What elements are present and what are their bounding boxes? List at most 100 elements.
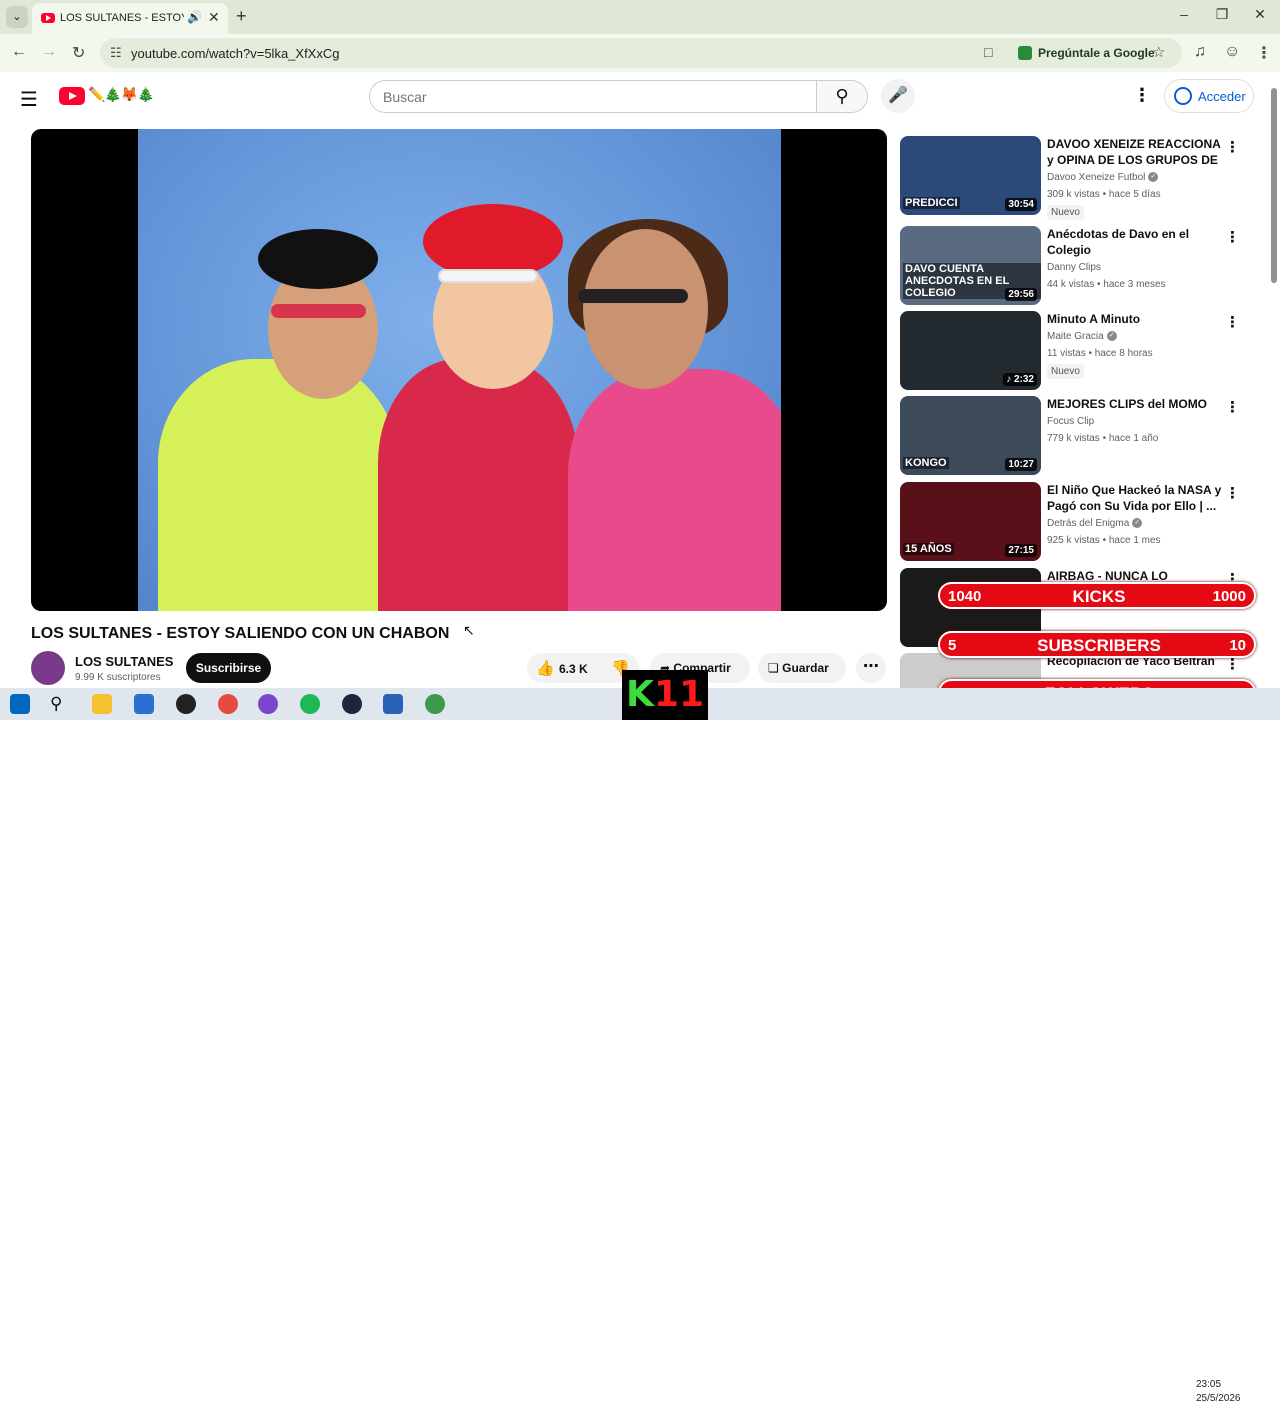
- new-tab-icon[interactable]: +: [236, 6, 247, 27]
- hamburger-menu-icon[interactable]: ☰: [20, 87, 38, 112]
- microphone-icon: 🎤: [888, 87, 908, 104]
- scrollbar[interactable]: [1268, 72, 1280, 688]
- rec-title[interactable]: Minuto A Minuto: [1047, 311, 1222, 327]
- save-button[interactable]: ❏ Guardar: [758, 653, 846, 683]
- media-controls-icon[interactable]: ♫: [1194, 43, 1206, 61]
- video-thumbnail[interactable]: KONGO 10:27: [900, 396, 1041, 475]
- install-app-icon[interactable]: □: [984, 44, 992, 60]
- steam-icon[interactable]: [342, 694, 362, 714]
- rec-more-icon[interactable]: ⋮: [1225, 228, 1240, 246]
- url-text[interactable]: youtube.com/watch?v=5lka_XfXxCg: [131, 46, 339, 61]
- speaker-icon[interactable]: 🔊: [187, 10, 202, 24]
- chrome-active-icon[interactable]: [425, 694, 445, 714]
- rec-more-icon[interactable]: ⋮: [1225, 398, 1240, 416]
- like-count[interactable]: 6.3 K: [559, 662, 588, 676]
- channel-avatar[interactable]: [31, 651, 65, 685]
- rec-meta: 11 vistas • hace 8 horas: [1047, 348, 1153, 359]
- bookmark-star-icon[interactable]: ☆: [1152, 43, 1165, 61]
- browser-tab[interactable]: LOS SULTANES - ESTOY SALIENDO CON UN CHA…: [32, 3, 228, 34]
- app-icon[interactable]: [383, 694, 403, 714]
- video-player[interactable]: [31, 129, 887, 611]
- voice-search-button[interactable]: 🎤: [881, 79, 915, 113]
- duration-badge: 29:56: [1005, 288, 1037, 301]
- save-label: Guardar: [782, 661, 829, 675]
- goal-overlay-subscribers: 5 SUBSCRIBERS 10: [938, 631, 1256, 658]
- video-thumbnail[interactable]: 15 AÑOS 27:15: [900, 482, 1041, 561]
- logo-doodle[interactable]: ✏️🎄🦊🎄: [88, 86, 155, 103]
- chrome-profile-icon[interactable]: [258, 694, 278, 714]
- duration-badge: 30:54: [1005, 198, 1037, 211]
- ask-google-button[interactable]: Pregúntale a Google: [1010, 41, 1163, 65]
- thumbnail-caption: 15 AÑOS: [903, 543, 954, 555]
- file-explorer-icon[interactable]: [92, 694, 112, 714]
- rec-channel[interactable]: Maite Gracia ✓: [1047, 331, 1117, 342]
- goal-target: 10: [1229, 637, 1246, 654]
- rec-more-icon[interactable]: ⋮: [1225, 484, 1240, 502]
- maximize-icon[interactable]: ❐: [1212, 6, 1232, 23]
- video-thumbnail[interactable]: PREDICCI 30:54: [900, 136, 1041, 215]
- more-actions-icon[interactable]: ⋯: [856, 653, 886, 683]
- address-bar-row: ← → ↻ ☷ youtube.com/watch?v=5lka_XfXxCg …: [0, 34, 1280, 72]
- rec-channel[interactable]: Danny Clips: [1047, 262, 1101, 273]
- like-icon[interactable]: 👍: [536, 659, 555, 677]
- spotify-icon[interactable]: [300, 694, 320, 714]
- browser-menu-icon[interactable]: ⋮: [1256, 43, 1272, 63]
- rec-meta: 925 k vistas • hace 1 mes: [1047, 535, 1161, 546]
- rec-meta: 44 k vistas • hace 3 meses: [1047, 279, 1166, 290]
- goal-label: SUBSCRIBERS: [1037, 636, 1161, 655]
- rec-title[interactable]: Anécdotas de Davo en el Colegio: [1047, 226, 1222, 258]
- verified-icon: ✓: [1106, 331, 1117, 342]
- rec-channel-name: Maite Gracia: [1047, 331, 1104, 342]
- video-thumbnail[interactable]: ♪ 2:32: [900, 311, 1041, 390]
- verified-icon: ✓: [1132, 518, 1143, 529]
- rec-title[interactable]: MEJORES CLIPS del MOMO: [1047, 396, 1222, 412]
- taskbar-search-icon[interactable]: ⚲: [50, 694, 70, 714]
- tab-title: LOS SULTANES - ESTOY SALIENDO CON UN CHA…: [60, 12, 184, 24]
- forward-icon[interactable]: →: [41, 43, 57, 61]
- video-frame: [138, 129, 781, 611]
- lens-icon: [1018, 46, 1032, 60]
- video-title: LOS SULTANES - ESTOY SALIENDO CON UN CHA…: [31, 625, 450, 642]
- rec-title[interactable]: El Niño Que Hackeó la NASA y Pagó con Su…: [1047, 482, 1222, 514]
- subscribe-button[interactable]: Suscribirse: [186, 653, 271, 683]
- clock-time: 23:05: [1196, 1379, 1222, 1390]
- search-box[interactable]: [369, 80, 817, 113]
- chrome-icon[interactable]: [218, 694, 238, 714]
- obs-icon[interactable]: [176, 694, 196, 714]
- rec-meta: 779 k vistas • hace 1 año: [1047, 433, 1159, 444]
- subscriber-count: 9.99 K suscriptores: [75, 672, 161, 683]
- omnibox[interactable]: ☷ youtube.com/watch?v=5lka_XfXxCg □ Preg…: [100, 38, 1182, 68]
- mouse-cursor: ↖: [463, 622, 475, 638]
- mail-icon[interactable]: [134, 694, 154, 714]
- back-icon[interactable]: ←: [11, 43, 27, 61]
- new-badge: Nuevo: [1047, 205, 1084, 220]
- sign-in-button[interactable]: Acceder: [1164, 79, 1254, 113]
- profile-icon[interactable]: ☺: [1224, 43, 1240, 61]
- duration-badge: 27:15: [1005, 544, 1037, 557]
- settings-kebab-icon[interactable]: ⋮: [1133, 85, 1151, 106]
- rec-channel[interactable]: Davoo Xeneize Futbol ✓: [1047, 172, 1159, 183]
- rec-more-icon[interactable]: ⋮: [1225, 313, 1240, 331]
- rec-more-icon[interactable]: ⋮: [1225, 138, 1240, 156]
- rec-channel[interactable]: Detrás del Enigma ✓: [1047, 518, 1143, 529]
- video-thumbnail[interactable]: DAVO CUENTA ANECDOTAS EN EL COLEGIO 29:56: [900, 226, 1041, 305]
- youtube-logo[interactable]: [59, 87, 85, 105]
- search-input[interactable]: [383, 89, 783, 105]
- reload-icon[interactable]: ↻: [72, 43, 85, 63]
- rec-channel-name: Detrás del Enigma: [1047, 518, 1130, 529]
- windows-start-icon[interactable]: [10, 694, 30, 714]
- window-close-icon[interactable]: ✕: [1250, 6, 1270, 23]
- system-clock[interactable]: 23:05 25/5/2026: [1196, 1378, 1241, 1406]
- site-info-icon[interactable]: ☷: [110, 45, 122, 61]
- clock-date: 25/5/2026: [1196, 1393, 1241, 1404]
- rec-channel[interactable]: Focus Clip: [1047, 416, 1094, 427]
- rec-channel-name: Danny Clips: [1047, 262, 1101, 273]
- search-button[interactable]: ⚲: [816, 80, 868, 113]
- tab-search-dropdown[interactable]: ⌄: [6, 6, 28, 28]
- tab-close-icon[interactable]: ✕: [208, 9, 220, 26]
- minimize-icon[interactable]: –: [1174, 6, 1194, 22]
- thumbnail-caption: PREDICCI: [903, 197, 960, 209]
- rec-title[interactable]: DAVOO XENEIZE REACCIONA y OPINA DE LOS G…: [1047, 136, 1222, 170]
- scrollbar-thumb[interactable]: [1271, 88, 1277, 283]
- channel-name[interactable]: LOS SULTANES: [75, 654, 173, 669]
